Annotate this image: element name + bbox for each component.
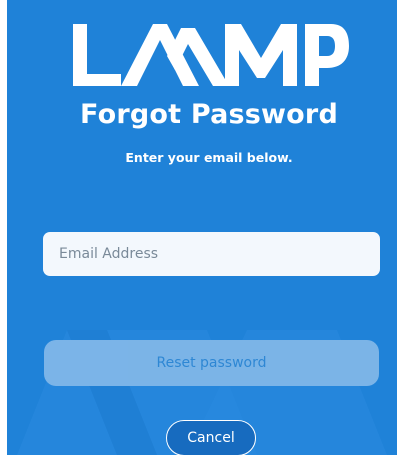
cancel-button[interactable]: Cancel — [166, 420, 256, 455]
forgot-password-panel: Forgot Password Enter your email below. … — [7, 0, 397, 455]
page-title: Forgot Password — [80, 99, 338, 130]
page-subtitle: Enter your email below. — [125, 150, 293, 165]
reset-password-button[interactable]: Reset password — [44, 340, 379, 386]
lamp-logo-icon — [73, 24, 349, 86]
email-field[interactable] — [43, 232, 380, 276]
